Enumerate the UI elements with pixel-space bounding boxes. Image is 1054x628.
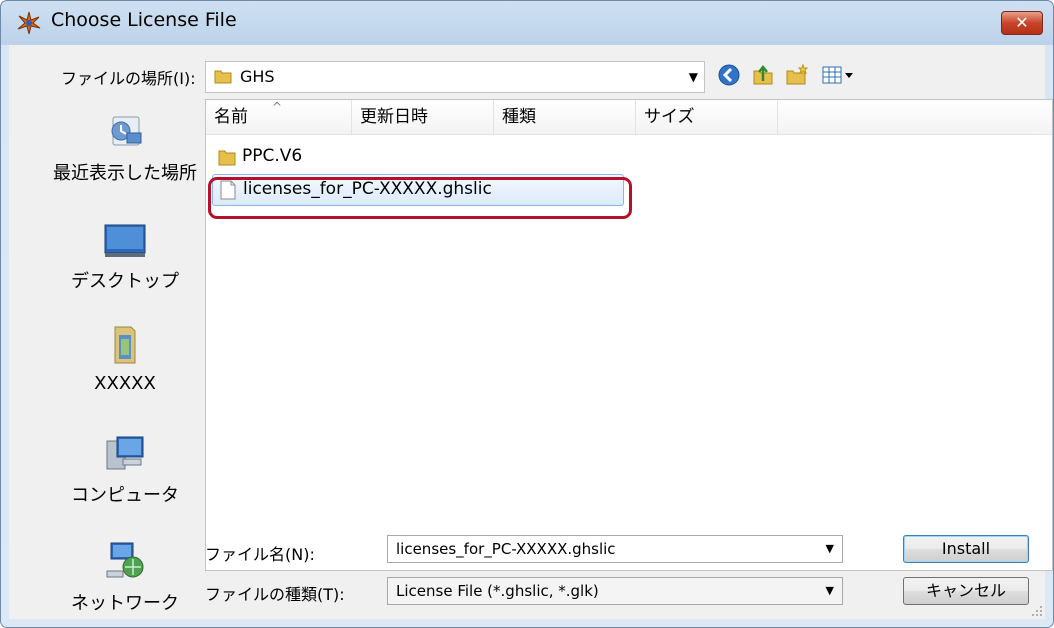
recent-places-icon — [111, 116, 142, 146]
places-bar: 最近表示した場所 デスクトップ XXXXX コンピュータ ネットワーク — [49, 97, 201, 627]
place-recent[interactable]: 最近表示した場所 — [49, 111, 201, 185]
place-label: ネットワーク — [71, 593, 179, 614]
computer-icon — [106, 436, 144, 470]
column-headers: 名前 ^ 更新日時 種類 サイズ — [206, 100, 1052, 135]
chevron-down-icon: ▼ — [688, 70, 698, 84]
look-in-label: ファイルの場所(I): — [61, 69, 196, 88]
window-title: Choose License File — [51, 9, 237, 31]
resize-grip-icon[interactable] — [1031, 605, 1043, 617]
app-icon — [17, 11, 41, 35]
dialog-body: ファイルの場所(I): GHS ▼ 最近表示した場所 デスクトップ XXXXX … — [9, 45, 1053, 619]
filetype-value: License File (*.ghslic, *.glk) — [396, 582, 599, 600]
filename-value: licenses_for_PC-XXXXX.ghslic — [396, 540, 616, 558]
file-list[interactable]: 名前 ^ 更新日時 種類 サイズ PPC.V6 licenses_for_PC-… — [205, 99, 1053, 571]
views-menu-icon[interactable] — [821, 63, 855, 87]
look-in-combo[interactable]: GHS ▼ — [205, 61, 705, 93]
back-icon[interactable] — [717, 63, 741, 87]
desktop-icon — [104, 224, 146, 257]
column-header-size[interactable]: サイズ — [636, 100, 778, 134]
file-row[interactable]: PPC.V6 — [212, 142, 472, 172]
column-header-date[interactable]: 更新日時 — [352, 100, 494, 134]
file-name: PPC.V6 — [242, 146, 303, 166]
place-user[interactable]: XXXXX — [49, 325, 201, 394]
chevron-down-icon: ▼ — [825, 542, 834, 555]
folder-icon — [214, 70, 232, 84]
close-icon: ✕ — [1015, 13, 1029, 32]
install-button[interactable]: Install — [903, 535, 1029, 563]
place-label: 最近表示した場所 — [53, 163, 197, 184]
place-desktop[interactable]: デスクトップ — [49, 219, 201, 293]
title-bar[interactable]: Choose License File ✕ — [1, 1, 1053, 43]
highlight-annotation — [208, 177, 632, 219]
filename-input[interactable]: licenses_for_PC-XXXXX.ghslic ▼ — [387, 535, 843, 563]
sort-ascending-icon: ^ — [272, 100, 283, 114]
place-label: XXXXX — [94, 373, 156, 394]
up-folder-icon[interactable] — [751, 63, 775, 87]
user-folder-icon — [114, 326, 136, 364]
filetype-label: ファイルの種類(T): — [205, 585, 345, 604]
column-header-type[interactable]: 種類 — [494, 100, 636, 134]
place-label: デスクトップ — [71, 271, 179, 292]
close-button[interactable]: ✕ — [1001, 11, 1043, 35]
filetype-select[interactable]: License File (*.ghslic, *.glk) ▼ — [387, 577, 843, 605]
chevron-down-icon: ▼ — [825, 584, 834, 597]
filename-label: ファイル名(N): — [205, 545, 315, 564]
choose-license-dialog: Choose License File ✕ ファイルの場所(I): GHS ▼ — [0, 0, 1054, 628]
cancel-button[interactable]: キャンセル — [903, 577, 1029, 605]
place-label: コンピュータ — [71, 485, 179, 506]
network-icon — [106, 542, 144, 578]
column-header-name[interactable]: 名前 ^ — [206, 100, 352, 134]
folder-icon — [218, 150, 236, 166]
look-in-value: GHS — [240, 67, 275, 86]
new-folder-icon[interactable] — [785, 63, 809, 87]
place-network[interactable]: ネットワーク — [49, 541, 201, 615]
place-computer[interactable]: コンピュータ — [49, 433, 201, 507]
